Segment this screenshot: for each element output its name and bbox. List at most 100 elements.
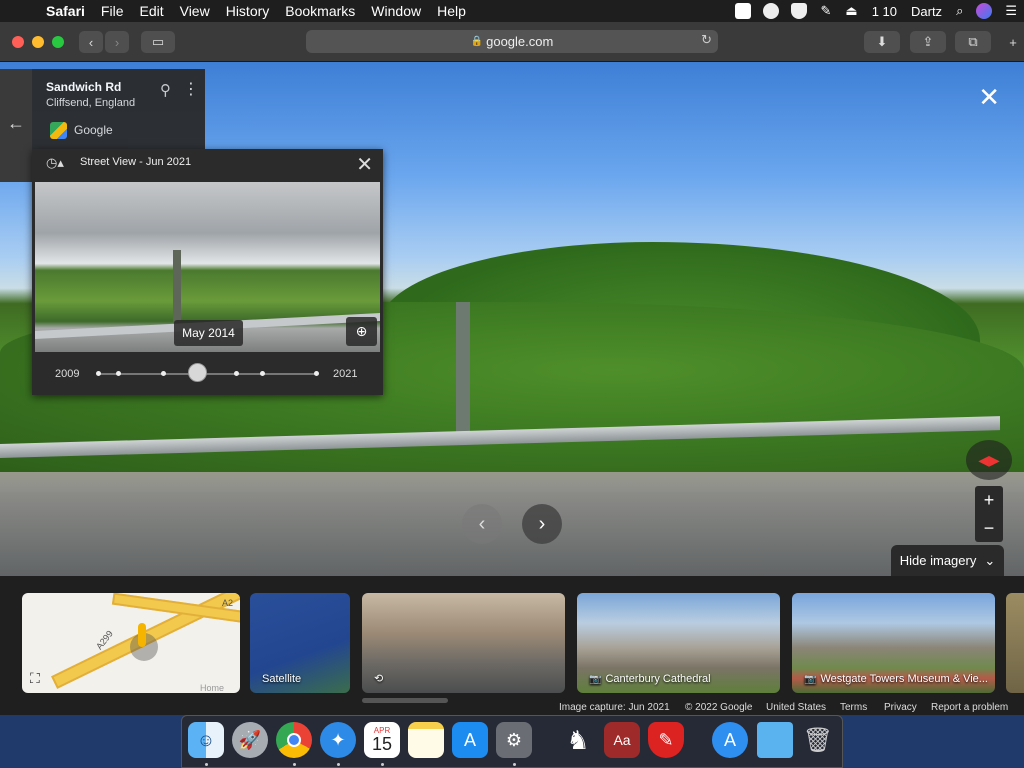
compass-icon[interactable]: ◀▶ [966, 440, 1012, 480]
timeline-tick[interactable] [234, 371, 239, 376]
calendar-icon[interactable]: APR 15 [364, 722, 400, 758]
trash-icon[interactable]: 🗑 [800, 722, 836, 758]
tabs-overview-button[interactable]: ⧉ [955, 31, 991, 53]
menu-file[interactable]: File [93, 3, 132, 19]
timeline-tick[interactable] [314, 371, 319, 376]
timeline-tick[interactable] [96, 371, 101, 376]
address-card: Sandwich Rd Cliffsend, England ⚲ ⋮ Googl… [32, 69, 205, 149]
status-text[interactable]: 1 10 [872, 4, 897, 19]
minimize-window-button[interactable] [32, 36, 44, 48]
close-window-button[interactable] [12, 36, 24, 48]
dictionary-icon[interactable]: Aa [604, 722, 640, 758]
nav-next-button[interactable]: › [522, 504, 562, 544]
image-capture-text: Image capture: Jun 2021 [559, 702, 670, 713]
more-options-icon[interactable]: ⋮ [183, 79, 199, 99]
menu-app-name[interactable]: Safari [38, 3, 93, 19]
downloads-folder-icon[interactable] [757, 722, 793, 758]
street-view-panorama[interactable]: ✕ ◀▶ + − ‹ › Hide imagery ⌄ ← Sandwich R… [0, 62, 1024, 576]
share-button[interactable]: ⇪ [910, 31, 946, 53]
chrome-icon[interactable] [276, 722, 312, 758]
menu-help[interactable]: Help [429, 3, 474, 19]
map-road-label-b: A2 [222, 598, 234, 608]
zoom-out-button[interactable]: − [975, 514, 1003, 542]
street-view-card[interactable]: ⟲ [362, 593, 565, 693]
downloads-button[interactable]: ⬇ [864, 31, 900, 53]
region-link[interactable]: United States [766, 702, 826, 713]
chevron-down-icon: ⌄ [984, 552, 996, 568]
back-arrow-button[interactable]: ← [0, 69, 32, 182]
address-subtitle: Cliffsend, England [46, 97, 136, 109]
timeline-track[interactable] [98, 373, 316, 375]
system-preferences-icon[interactable]: ⚙ [496, 722, 532, 758]
menu-extras: ✎ ⏏ 1 10 Dartz ⌕ ☰ [729, 0, 1024, 22]
spotlight-icon[interactable]: ⌕ [956, 3, 963, 19]
menu-window[interactable]: Window [363, 3, 429, 19]
menu-edit[interactable]: Edit [131, 3, 171, 19]
hide-imagery-button[interactable]: Hide imagery ⌄ [891, 545, 1004, 576]
url-text: google.com [486, 34, 554, 49]
timeline-slider-thumb[interactable] [188, 363, 207, 382]
reload-icon[interactable]: ↻ [701, 32, 712, 48]
menu-bar: Safari File Edit View History Bookmarks … [0, 0, 1024, 22]
new-tab-button[interactable]: + [1002, 31, 1024, 53]
close-street-view-icon[interactable]: ✕ [978, 82, 1000, 113]
control-center-icon[interactable]: ☰ [1005, 3, 1017, 19]
westgate-towers-card[interactable]: 📷 Westgate Towers Museum & Vie... [792, 593, 995, 693]
siri-icon[interactable] [976, 3, 993, 19]
expand-icon[interactable]: ⛶ [30, 670, 40, 687]
history-icon[interactable]: ◷▴ [46, 155, 64, 171]
next-photo-card[interactable] [1006, 593, 1024, 693]
adguard-icon[interactable] [763, 3, 780, 19]
maximize-window-button[interactable] [52, 36, 64, 48]
chess-icon[interactable]: ♞ [560, 722, 596, 758]
menu-history[interactable]: History [218, 3, 278, 19]
back-button[interactable]: ‹ [79, 31, 103, 53]
hide-imagery-label: Hide imagery [899, 553, 977, 568]
terms-link[interactable]: Terms [840, 702, 867, 713]
satellite-label: Satellite [262, 673, 302, 685]
sidebar-toggle-button[interactable]: ▭ [141, 31, 175, 53]
historical-imagery-preview[interactable]: May 2014 ⊕ [35, 182, 380, 352]
browser-window: ‹ › ▭ 🔒 google.com ↻ ⬇ ⇪ ⧉ + ✕ ◀▶ + − ‹ … [0, 22, 1024, 715]
report-problem-link[interactable]: Report a problem [931, 702, 1008, 713]
map-thumbnail-card[interactable]: A299 A2 Home ⛶ [22, 593, 240, 693]
map-footer: Image capture: Jun 2021 © 2022 Google Un… [0, 698, 1024, 715]
address-title: Sandwich Rd [46, 80, 122, 94]
safari-icon[interactable]: ✦ [320, 722, 356, 758]
shield-app-icon[interactable]: ✎ [648, 722, 684, 758]
timeline-tick[interactable] [116, 371, 121, 376]
menu-view[interactable]: View [172, 3, 218, 19]
time-machine-panel: ◷▴ Street View - Jun 2021 ✕ May 2014 ⊕ 2… [32, 149, 383, 395]
address-bar[interactable]: 🔒 google.com ↻ [306, 30, 718, 53]
timeline-tick[interactable] [260, 371, 265, 376]
close-icon[interactable]: ✕ [356, 152, 373, 177]
timeline-tick[interactable] [161, 371, 166, 376]
magnify-icon[interactable]: ⊕ [346, 317, 377, 346]
road-sign-post [456, 302, 470, 442]
satellite-card[interactable]: Satellite [250, 593, 350, 693]
privacy-link[interactable]: Privacy [884, 702, 917, 713]
malwarebytes-icon[interactable] [735, 3, 752, 19]
notes-icon[interactable] [408, 722, 444, 758]
zoom-control: + − [975, 486, 1003, 542]
menu-bookmarks[interactable]: Bookmarks [277, 3, 363, 19]
forward-button[interactable]: › [105, 31, 129, 53]
map-pin-icon[interactable]: ⚲ [160, 81, 171, 99]
calendar-running-dot [381, 763, 384, 766]
canterbury-cathedral-card[interactable]: 📷 Canterbury Cathedral [577, 593, 780, 693]
shield-icon[interactable] [791, 3, 808, 19]
app-store-icon[interactable]: A [452, 722, 488, 758]
eject-icon[interactable]: ⏏ [845, 3, 857, 19]
scribble-icon[interactable]: ✎ [820, 3, 831, 19]
safari-running-dot [337, 763, 340, 766]
time-machine-title: Street View - Jun 2021 [80, 156, 192, 168]
user-name[interactable]: Dartz [911, 4, 942, 19]
applications-folder-icon[interactable]: A [712, 722, 748, 758]
pegman-icon[interactable] [138, 623, 146, 647]
finder-icon[interactable]: ☺ [188, 722, 224, 758]
nav-prev-button[interactable]: ‹ [462, 504, 502, 544]
launchpad-icon[interactable]: 🚀 [232, 722, 268, 758]
copyright-text: © 2022 Google [685, 702, 753, 713]
finder-running-dot [205, 763, 208, 766]
zoom-in-button[interactable]: + [975, 486, 1003, 514]
